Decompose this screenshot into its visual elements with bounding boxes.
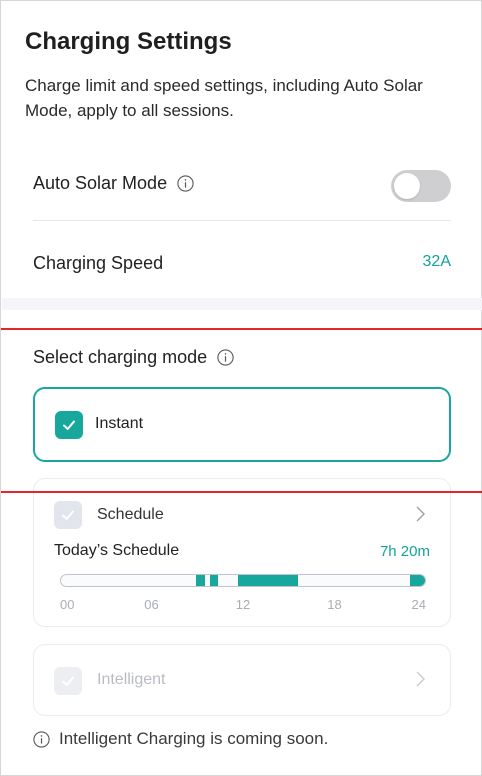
footnote-text: Intelligent Charging is coming soon. xyxy=(59,729,329,748)
schedule-tick-label: 06 xyxy=(144,597,159,612)
mode-card-intelligent: Intelligent xyxy=(33,644,451,716)
check-icon xyxy=(63,420,75,430)
intelligent-chevron-right-icon xyxy=(414,670,426,688)
section-separator xyxy=(2,298,482,310)
divider xyxy=(33,220,451,221)
check-icon xyxy=(62,676,74,686)
schedule-segment xyxy=(209,575,218,586)
check-icon xyxy=(62,510,74,520)
schedule-chevron-right-icon[interactable] xyxy=(414,505,426,523)
settings-panel: Charging Settings Charge limit and speed… xyxy=(0,0,482,776)
schedule-segment xyxy=(409,575,425,586)
schedule-label: Schedule xyxy=(97,506,164,523)
mode-heading-row: Select charging mode xyxy=(33,347,451,368)
charging-speed-row[interactable]: Charging Speed 32A xyxy=(33,253,451,274)
schedule-timeline-axis: 00 06 12 18 24 xyxy=(60,597,426,613)
schedule-tick-label: 24 xyxy=(411,597,426,612)
toggle-knob xyxy=(394,173,420,199)
schedule-checkbox[interactable] xyxy=(54,501,82,529)
auto-solar-label: Auto Solar Mode xyxy=(33,173,168,193)
mode-info-icon[interactable] xyxy=(217,349,234,366)
auto-solar-row: Auto Solar Mode xyxy=(33,170,451,202)
auto-solar-info-icon[interactable] xyxy=(177,175,194,192)
mode-card-instant[interactable]: Instant xyxy=(33,387,451,462)
todays-schedule-label: Today’s Schedule xyxy=(54,542,180,559)
instant-checkbox[interactable] xyxy=(55,411,83,439)
schedule-segment xyxy=(195,575,206,586)
todays-schedule-total: 7h 20m xyxy=(379,543,430,560)
charging-speed-value: 32A xyxy=(422,253,451,270)
intelligent-label: Intelligent xyxy=(97,671,166,688)
schedule-tick-label: 12 xyxy=(235,597,251,612)
footnote: Intelligent Charging is coming soon. xyxy=(33,729,328,749)
schedule-tick-label: 18 xyxy=(327,597,342,612)
auto-solar-toggle[interactable] xyxy=(391,170,451,202)
intelligent-checkbox xyxy=(54,667,82,695)
mode-heading: Select charging mode xyxy=(33,347,208,367)
mode-card-schedule[interactable]: Schedule Today’s Schedule 7h 20m 00 06 12 1… xyxy=(33,478,451,627)
page-title: Charging Settings xyxy=(25,28,232,55)
schedule-tick-label: 00 xyxy=(60,597,75,612)
page-subtitle: Charge limit and speed settings, includi… xyxy=(25,76,423,120)
footnote-info-icon xyxy=(33,730,50,748)
schedule-segment xyxy=(238,575,298,586)
charging-speed-label: Charging Speed xyxy=(33,253,164,273)
annotation-line-top xyxy=(1,328,482,330)
annotation-line-bottom xyxy=(1,491,482,493)
schedule-timeline xyxy=(60,574,426,587)
instant-label: Instant xyxy=(95,415,144,432)
